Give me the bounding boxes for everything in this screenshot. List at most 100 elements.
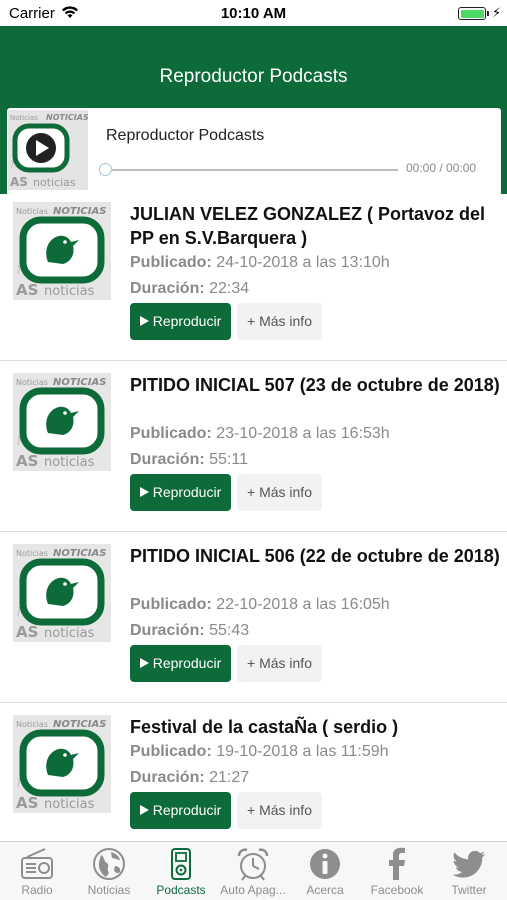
published-value: 23-10-2018 a las 16:53h [216,425,390,442]
list-item: Noticias NOTICIAS no nas AS noticias JUL… [0,194,507,361]
svg-text:AS: AS [16,794,38,812]
list-item: Noticias NOTICIAS no nas AS noticias Fes… [0,703,507,850]
tab-label: Twitter [451,883,487,897]
svg-text:NOTICIAS: NOTICIAS [53,719,106,730]
battery-tip [487,11,489,16]
play-icon [139,316,149,326]
more-info-button[interactable]: + Más info [237,645,322,682]
player-artwork: Noticias NOTICIAS nas AS noticias [8,110,88,190]
battery-icon [458,7,486,20]
info-icon [310,849,340,879]
episode-published: Publicado: 24-10-2018 a las 13:10h [130,254,390,272]
svg-text:noticias: noticias [44,626,95,641]
alarm-clock-icon [237,848,269,881]
play-icon [139,487,149,497]
episode-title: Festival de la castaÑa ( serdio ) [130,717,399,737]
episode-published: Publicado: 22-10-2018 a las 16:05h [130,596,390,614]
ipod-icon [171,848,191,880]
tab-acerca[interactable]: Acerca [289,842,361,900]
svg-text:AS: AS [16,281,38,299]
published-value: 19-10-2018 a las 11:59h [216,743,389,760]
svg-text:NOTICIAS: NOTICIAS [46,113,88,122]
tab-twitter[interactable]: Twitter [433,842,505,900]
play-label: Reproducir [152,802,222,818]
svg-text:Noticias: Noticias [16,207,48,216]
svg-text:noticias: noticias [33,176,76,189]
svg-text:noticias: noticias [44,455,95,470]
duration-label: Duración: [130,451,205,468]
tab-facebook[interactable]: Facebook [361,842,433,900]
episode-duration: Duración: 55:11 [130,451,248,469]
status-bar: Carrier 10:10 AM ⚡︎ [0,0,507,26]
tab-label: Facebook [370,883,424,897]
tab-podcasts[interactable]: Podcasts [145,842,217,900]
svg-text:NOTICIAS: NOTICIAS [53,206,106,217]
svg-text:AS: AS [16,452,38,470]
published-label: Publicado: [130,425,212,442]
svg-text:AS: AS [10,175,28,189]
svg-text:noticias: noticias [44,797,95,812]
duration-value: 55:11 [209,451,248,468]
tab-auto-apagado[interactable]: Auto Apag... [217,842,289,900]
play-label: Reproducir [152,655,222,671]
svg-text:Noticias: Noticias [16,378,48,387]
published-value: 24-10-2018 a las 13:10h [216,254,390,271]
published-value: 22-10-2018 a las 16:05h [216,596,390,613]
play-button[interactable]: Reproducir [130,303,231,340]
facebook-icon [389,847,405,880]
status-time: 10:10 AM [220,5,287,22]
play-button[interactable]: Reproducir [130,792,231,829]
svg-text:Noticias: Noticias [16,720,48,729]
more-info-button[interactable]: + Más info [237,474,322,511]
play-label: Reproducir [152,484,222,500]
tab-label: Noticias [87,883,131,897]
episode-duration: Duración: 21:27 [130,769,249,787]
tab-noticias[interactable]: Noticias [73,842,145,900]
published-label: Publicado: [130,596,212,613]
svg-text:Noticias: Noticias [16,549,48,558]
tab-bar: Radio Noticias Podcasts Auto Apag... Ace… [0,841,507,900]
episode-thumbnail: Noticias NOTICIAS no nas AS noticias [13,202,111,300]
svg-text:NOTICIAS: NOTICIAS [53,377,106,388]
duration-value: 22:34 [209,280,250,297]
more-info-button[interactable]: + Más info [237,303,322,340]
more-info-button[interactable]: + Más info [237,792,322,829]
episode-thumbnail: Noticias NOTICIAS no nas AS noticias [13,373,111,471]
svg-text:AS: AS [16,623,38,641]
player-title: Reproductor Podcasts [106,127,265,144]
radio-icon [21,848,53,879]
play-label: Reproducir [152,313,222,329]
episode-title: JULIAN VELEZ GONZALEZ ( Portavoz del PP … [130,204,486,248]
episode-thumbnail: Noticias NOTICIAS no nas AS noticias [13,715,111,813]
tab-radio[interactable]: Radio [1,842,73,900]
episode-duration: Duración: 22:34 [130,280,249,298]
duration-label: Duración: [130,280,205,297]
list-item: Noticias NOTICIAS no nas AS noticias PIT… [0,361,507,532]
progress-track[interactable] [108,169,398,171]
page-title: Reproductor Podcasts [159,66,348,87]
play-icon [139,658,149,668]
progress-slider-knob[interactable] [99,163,112,176]
published-label: Publicado: [130,254,212,271]
tab-label: Podcasts [156,883,206,897]
twitter-icon [452,850,485,878]
episode-thumbnail: Noticias NOTICIAS no nas AS noticias [13,544,111,642]
duration-value: 21:27 [209,769,250,786]
tab-label: Radio [21,883,53,897]
svg-text:noticias: noticias [44,284,95,299]
duration-label: Duración: [130,622,205,639]
play-icon [139,805,149,815]
app-header: Reproductor Podcasts Noticias NOTICIAS n… [0,26,507,213]
episode-published: Publicado: 23-10-2018 a las 16:53h [130,425,390,443]
svg-text:Noticias: Noticias [10,114,38,122]
episode-title: PITIDO INICIAL 507 (23 de octubre de 201… [130,375,500,395]
tab-label: Auto Apag... [220,883,286,897]
play-button[interactable]: Reproducir [130,474,231,511]
play-button[interactable]: Reproducir [130,645,231,682]
published-label: Publicado: [130,743,212,760]
list-item: Noticias NOTICIAS no nas AS noticias PIT… [0,532,507,703]
globe-icon [93,848,125,880]
episode-title: PITIDO INICIAL 506 (22 de octubre de 201… [130,546,500,566]
duration-label: Duración: [130,769,205,786]
svg-text:NOTICIAS: NOTICIAS [53,548,106,559]
